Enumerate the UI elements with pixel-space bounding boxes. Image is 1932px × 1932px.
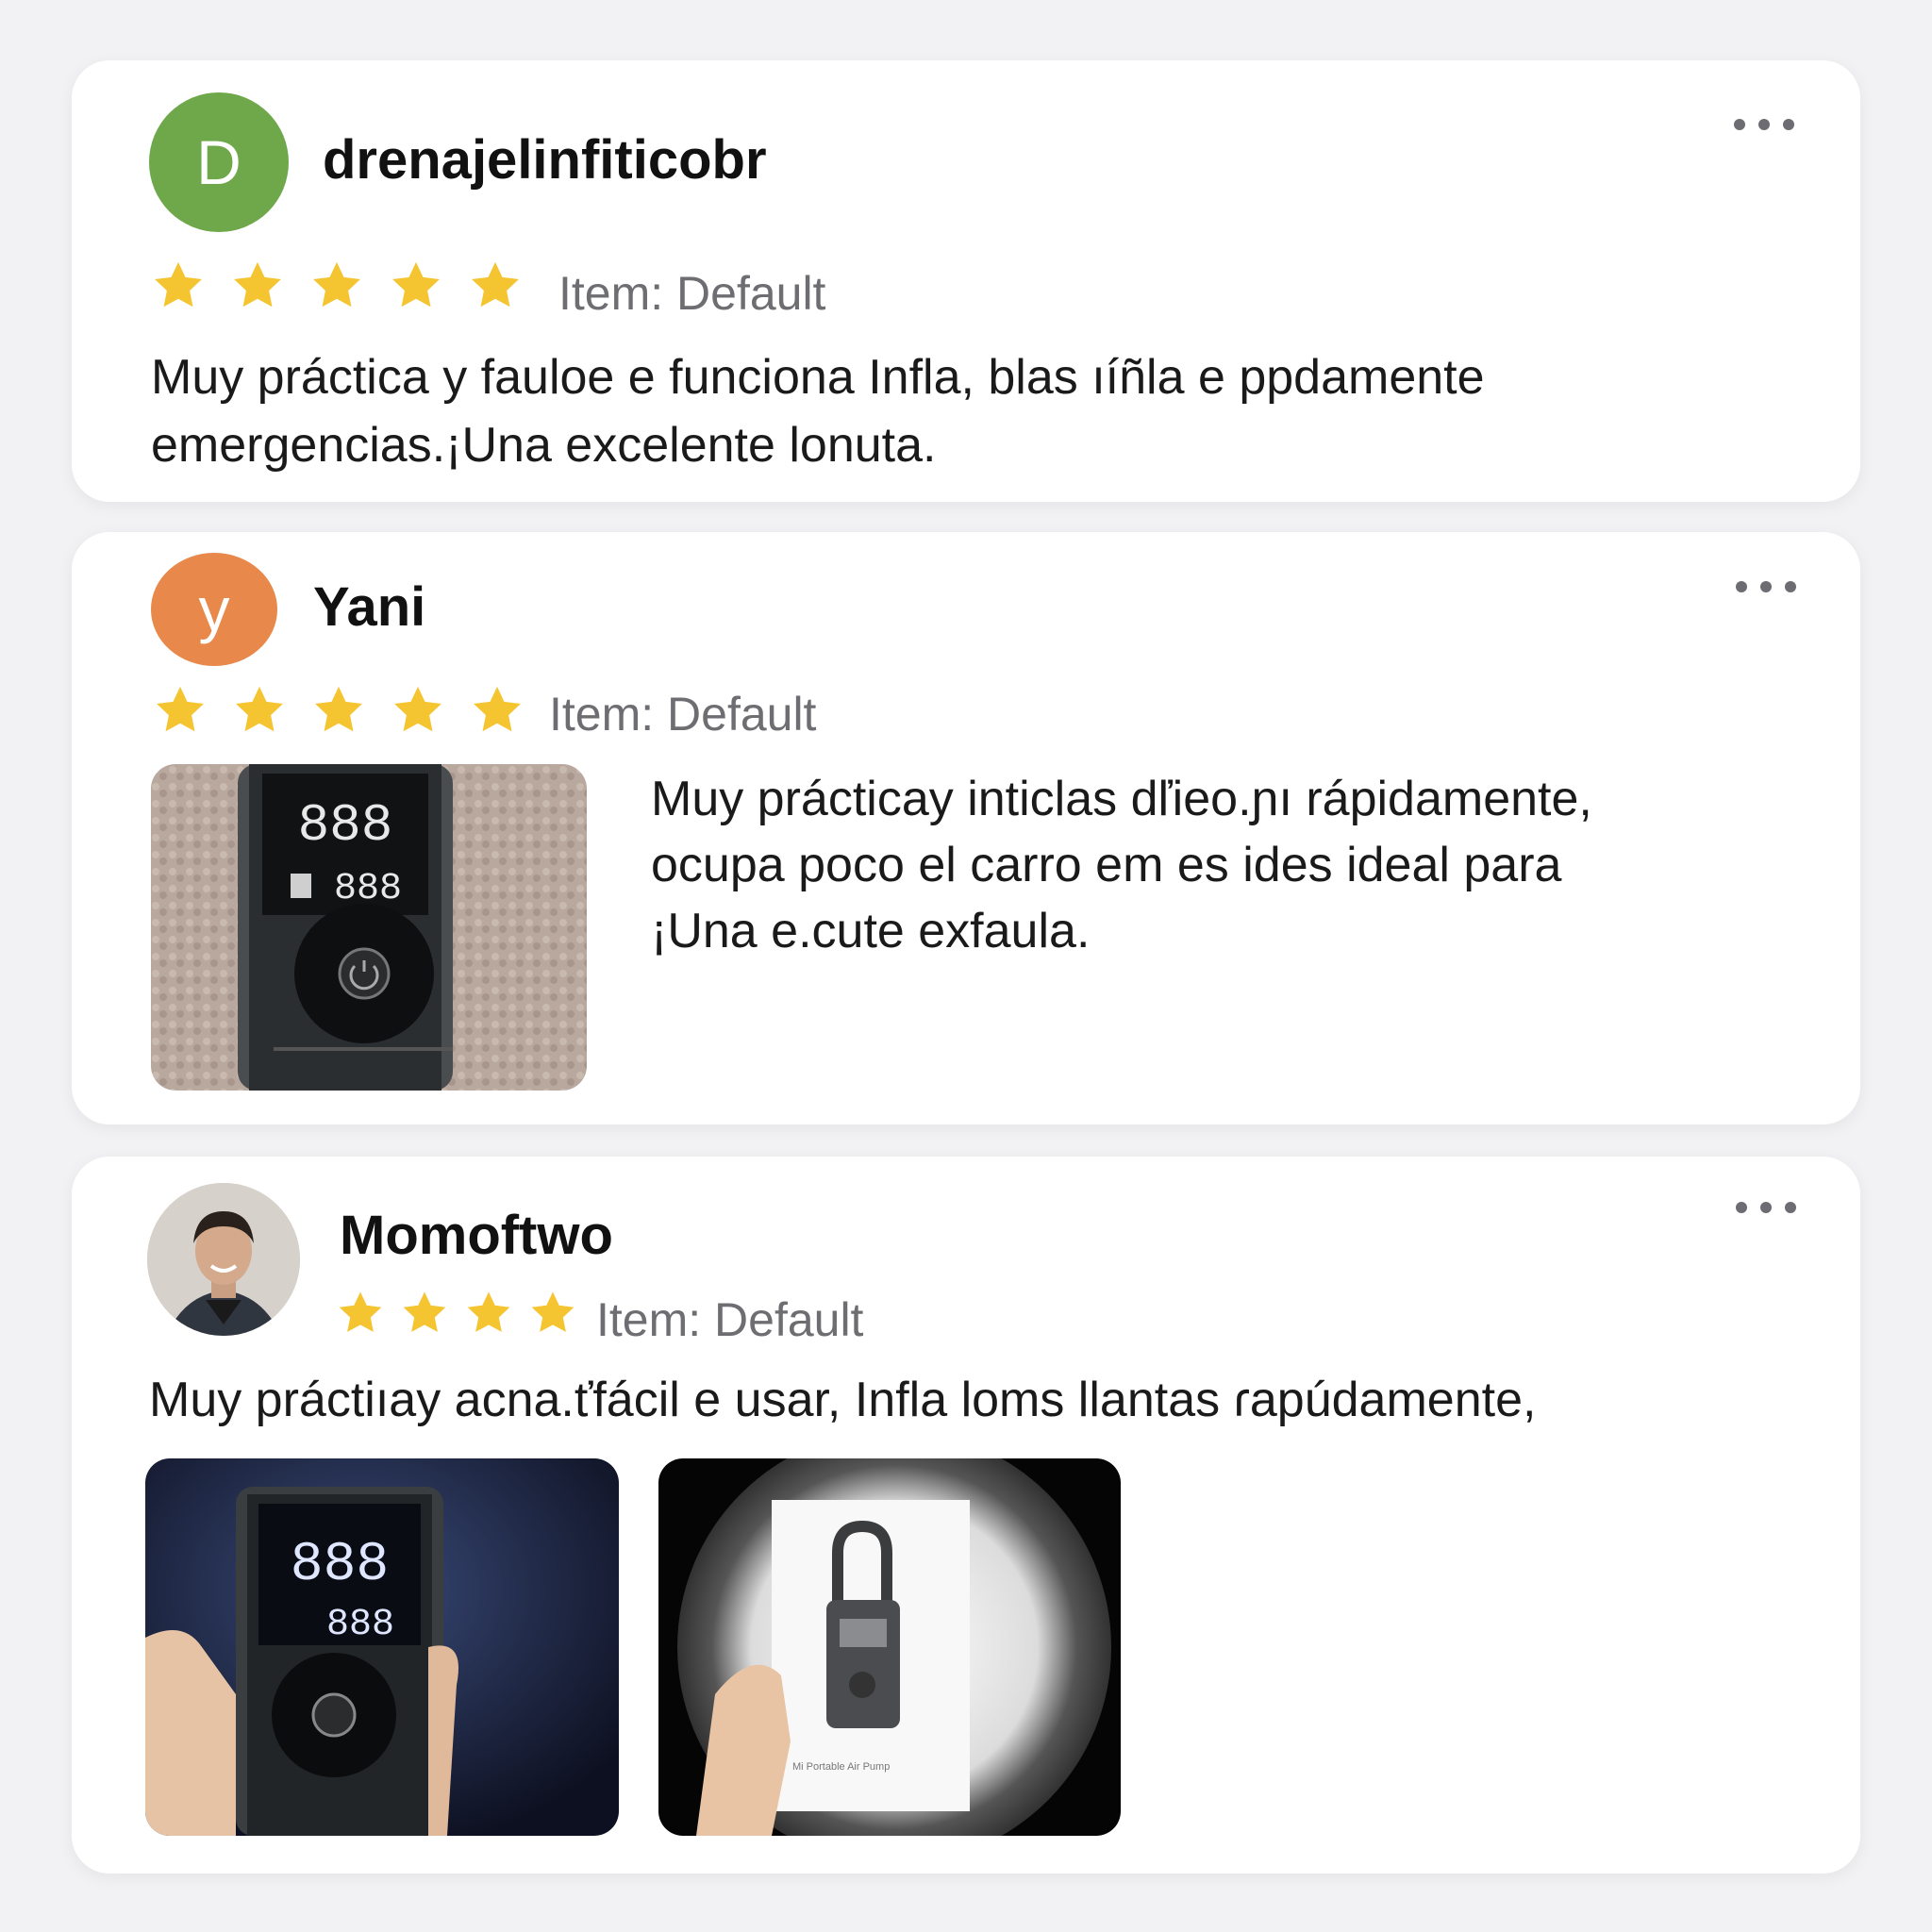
avatar[interactable]: D	[149, 92, 289, 232]
display-main: 888	[298, 795, 393, 856]
avatar-letter: y	[198, 575, 230, 644]
display-main: 888	[291, 1535, 389, 1596]
star-icon	[311, 683, 366, 738]
username[interactable]: drenajelinfiticobr	[323, 128, 767, 192]
review-text: Muy práctiıay acna.ťfácil e usar, Infla …	[149, 1366, 1828, 1434]
more-options-icon[interactable]	[1734, 115, 1794, 134]
star-rating	[151, 258, 547, 313]
star-rating	[153, 683, 549, 738]
review-text-line: Muy práctiıay acna.ťfácil e usar, Infla …	[149, 1373, 1537, 1427]
star-icon	[391, 683, 445, 738]
star-icon	[232, 683, 287, 738]
review-text-line: ocupa poco el carro em es ides ideal par…	[651, 838, 1562, 892]
avatar-letter: D	[196, 127, 242, 197]
star-icon	[464, 1289, 513, 1338]
review-text-line: Muy prácticay inticlas dľieo.ɲı rápidame…	[651, 772, 1592, 826]
review-text: Muy prácticay inticlas dľieo.ɲı rápidame…	[651, 766, 1821, 964]
star-icon	[309, 258, 364, 313]
avatar[interactable]: y	[151, 553, 277, 666]
more-options-icon[interactable]	[1736, 577, 1796, 596]
review-photo[interactable]: 888 888	[145, 1458, 619, 1836]
review-card: y Yani Item: Default 888 888 Muy práctic…	[72, 532, 1860, 1124]
star-icon	[153, 683, 208, 738]
review-text: Muy práctica y fauloe e funciona Infla, …	[151, 343, 1811, 479]
star-icon	[528, 1289, 577, 1338]
star-icon	[470, 683, 525, 738]
review-card: D drenajelinfiticobr Item: Default Muy p…	[72, 60, 1860, 502]
star-icon	[389, 258, 443, 313]
review-text-line: Muy práctica y fauloe e funciona Infla, …	[151, 350, 1485, 405]
star-icon	[468, 258, 523, 313]
star-icon	[151, 258, 206, 313]
username[interactable]: Yani	[313, 575, 425, 639]
review-photo[interactable]: 888 888	[151, 764, 587, 1091]
item-variant-label: Item: Default	[549, 688, 817, 741]
star-icon	[400, 1289, 449, 1338]
avatar[interactable]	[147, 1183, 300, 1336]
star-icon	[336, 1289, 385, 1338]
item-variant-label: Item: Default	[558, 267, 826, 320]
review-photo[interactable]: Mi Portable Air Pump	[658, 1458, 1121, 1836]
review-text-line: emergencias.¡Una excelente lonuta.	[151, 418, 937, 473]
review-text-line: ¡Una e.cute exfaula.	[651, 904, 1091, 958]
item-variant-label: Item: Default	[596, 1293, 864, 1346]
display-sub: 888	[326, 1604, 394, 1646]
review-card: Momoftwo Item: Default Muy práctiıay acn…	[72, 1157, 1860, 1874]
more-options-icon[interactable]	[1736, 1198, 1796, 1217]
star-icon	[230, 258, 285, 313]
box-label: Mi Portable Air Pump	[792, 1761, 890, 1773]
username[interactable]: Momoftwo	[340, 1204, 613, 1267]
star-rating	[336, 1289, 592, 1338]
